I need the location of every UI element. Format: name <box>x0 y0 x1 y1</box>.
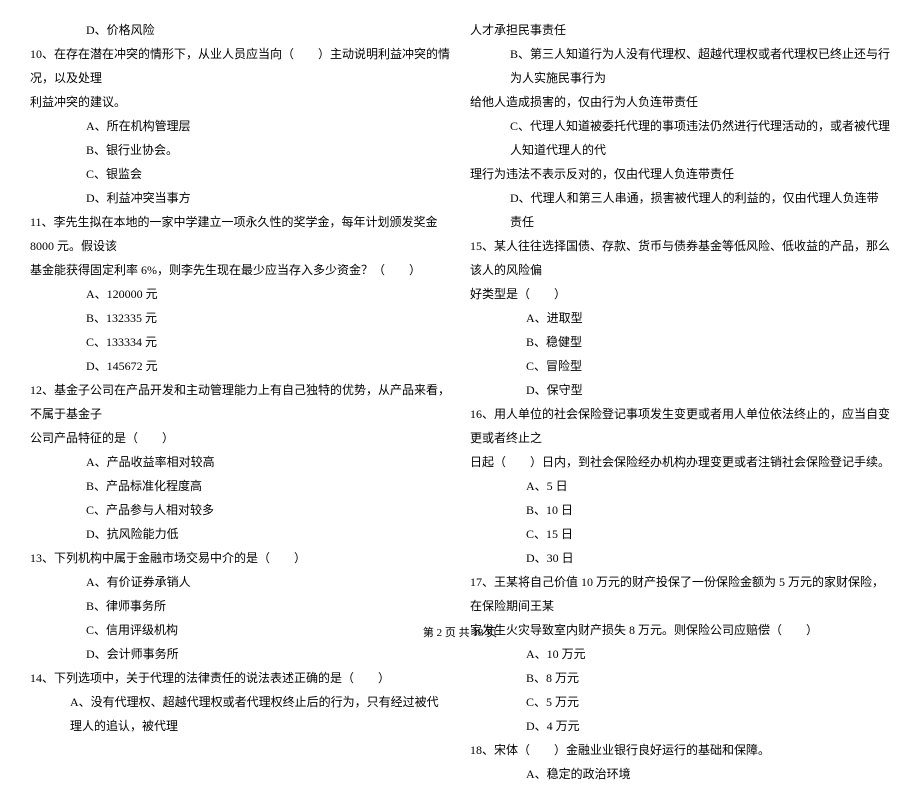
q11-option-d: D、145672 元 <box>30 354 450 378</box>
q11-option-a: A、120000 元 <box>30 282 450 306</box>
q13-option-b: B、律师事务所 <box>30 594 450 618</box>
q14-option-d: D、代理人和第三人串通，损害被代理人的利益的，仅由代理人负连带责任 <box>470 186 890 234</box>
q15-line2: 好类型是（ ） <box>470 282 890 306</box>
q17-line1: 17、王某将自己价值 10 万元的财产投保了一份保险金额为 5 万元的家财保险，… <box>470 570 890 618</box>
q15-option-b: B、稳健型 <box>470 330 890 354</box>
q13-line1: 13、下列机构中属于金融市场交易中介的是（ ） <box>30 546 450 570</box>
q11-line1: 11、李先生拟在本地的一家中学建立一项永久性的奖学金，每年计划颁发奖金 8000… <box>30 210 450 258</box>
q12-option-a: A、产品收益率相对较高 <box>30 450 450 474</box>
q15-option-c: C、冒险型 <box>470 354 890 378</box>
q14-option-a-line1: A、没有代理权、超越代理权或者代理权终止后的行为，只有经过被代理人的追认，被代理 <box>30 690 450 738</box>
q9-option-d: D、价格风险 <box>30 18 450 42</box>
q15-option-a: A、进取型 <box>470 306 890 330</box>
q18-line1: 18、宋体（ ）金融业业银行良好运行的基础和保障。 <box>470 738 890 762</box>
q17-option-d: D、4 万元 <box>470 714 890 738</box>
q14-option-c-line2: 理行为违法不表示反对的，仅由代理人负连带责任 <box>470 162 890 186</box>
q18-option-a: A、稳定的政治环境 <box>470 762 890 786</box>
q14-line1: 14、下列选项中，关于代理的法律责任的说法表述正确的是（ ） <box>30 666 450 690</box>
q12-line2: 公司产品特征的是（ ） <box>30 426 450 450</box>
q14-option-b-line1: B、第三人知道行为人没有代理权、超越代理权或者代理权已终止还与行为人实施民事行为 <box>470 42 890 90</box>
page-content: D、价格风险 10、在存在潜在冲突的情形下，从业人员应当向（ ）主动说明利益冲突… <box>0 0 920 786</box>
q16-option-d: D、30 日 <box>470 546 890 570</box>
q12-option-b: B、产品标准化程度高 <box>30 474 450 498</box>
q13-option-d: D、会计师事务所 <box>30 642 450 666</box>
left-column: D、价格风险 10、在存在潜在冲突的情形下，从业人员应当向（ ）主动说明利益冲突… <box>30 18 450 786</box>
q16-option-a: A、5 日 <box>470 474 890 498</box>
q14-option-a-line2: 人才承担民事责任 <box>470 18 890 42</box>
q10-line2: 利益冲突的建议。 <box>30 90 450 114</box>
q13-option-a: A、有价证券承销人 <box>30 570 450 594</box>
q14-option-b-line2: 给他人造成损害的，仅由行为人负连带责任 <box>470 90 890 114</box>
q11-line2: 基金能获得固定利率 6%，则李先生现在最少应当存入多少资金？（ ） <box>30 258 450 282</box>
q15-line1: 15、某人往往选择国债、存款、货币与债券基金等低风险、低收益的产品，那么该人的风… <box>470 234 890 282</box>
q10-option-d: D、利益冲突当事方 <box>30 186 450 210</box>
q17-option-c: C、5 万元 <box>470 690 890 714</box>
q16-option-c: C、15 日 <box>470 522 890 546</box>
q14-option-c-line1: C、代理人知道被委托代理的事项违法仍然进行代理活动的，或者被代理人知道代理人的代 <box>470 114 890 162</box>
q10-line1: 10、在存在潜在冲突的情形下，从业人员应当向（ ）主动说明利益冲突的情况，以及处… <box>30 42 450 90</box>
page-footer: 第 2 页 共 18 页 <box>0 624 920 640</box>
q15-option-d: D、保守型 <box>470 378 890 402</box>
q10-option-b: B、银行业协会。 <box>30 138 450 162</box>
right-column: 人才承担民事责任 B、第三人知道行为人没有代理权、超越代理权或者代理权已终止还与… <box>470 18 890 786</box>
q12-option-d: D、抗风险能力低 <box>30 522 450 546</box>
q12-line1: 12、基金子公司在产品开发和主动管理能力上有自己独特的优势，从产品来看，不属于基… <box>30 378 450 426</box>
q12-option-c: C、产品参与人相对较多 <box>30 498 450 522</box>
q11-option-b: B、132335 元 <box>30 306 450 330</box>
q16-line2: 日起（ ）日内，到社会保险经办机构办理变更或者注销社会保险登记手续。 <box>470 450 890 474</box>
q16-option-b: B、10 日 <box>470 498 890 522</box>
q17-option-a: A、10 万元 <box>470 642 890 666</box>
q16-line1: 16、用人单位的社会保险登记事项发生变更或者用人单位依法终止的，应当自变更或者终… <box>470 402 890 450</box>
q11-option-c: C、133334 元 <box>30 330 450 354</box>
q10-option-c: C、银监会 <box>30 162 450 186</box>
q17-option-b: B、8 万元 <box>470 666 890 690</box>
q10-option-a: A、所在机构管理层 <box>30 114 450 138</box>
